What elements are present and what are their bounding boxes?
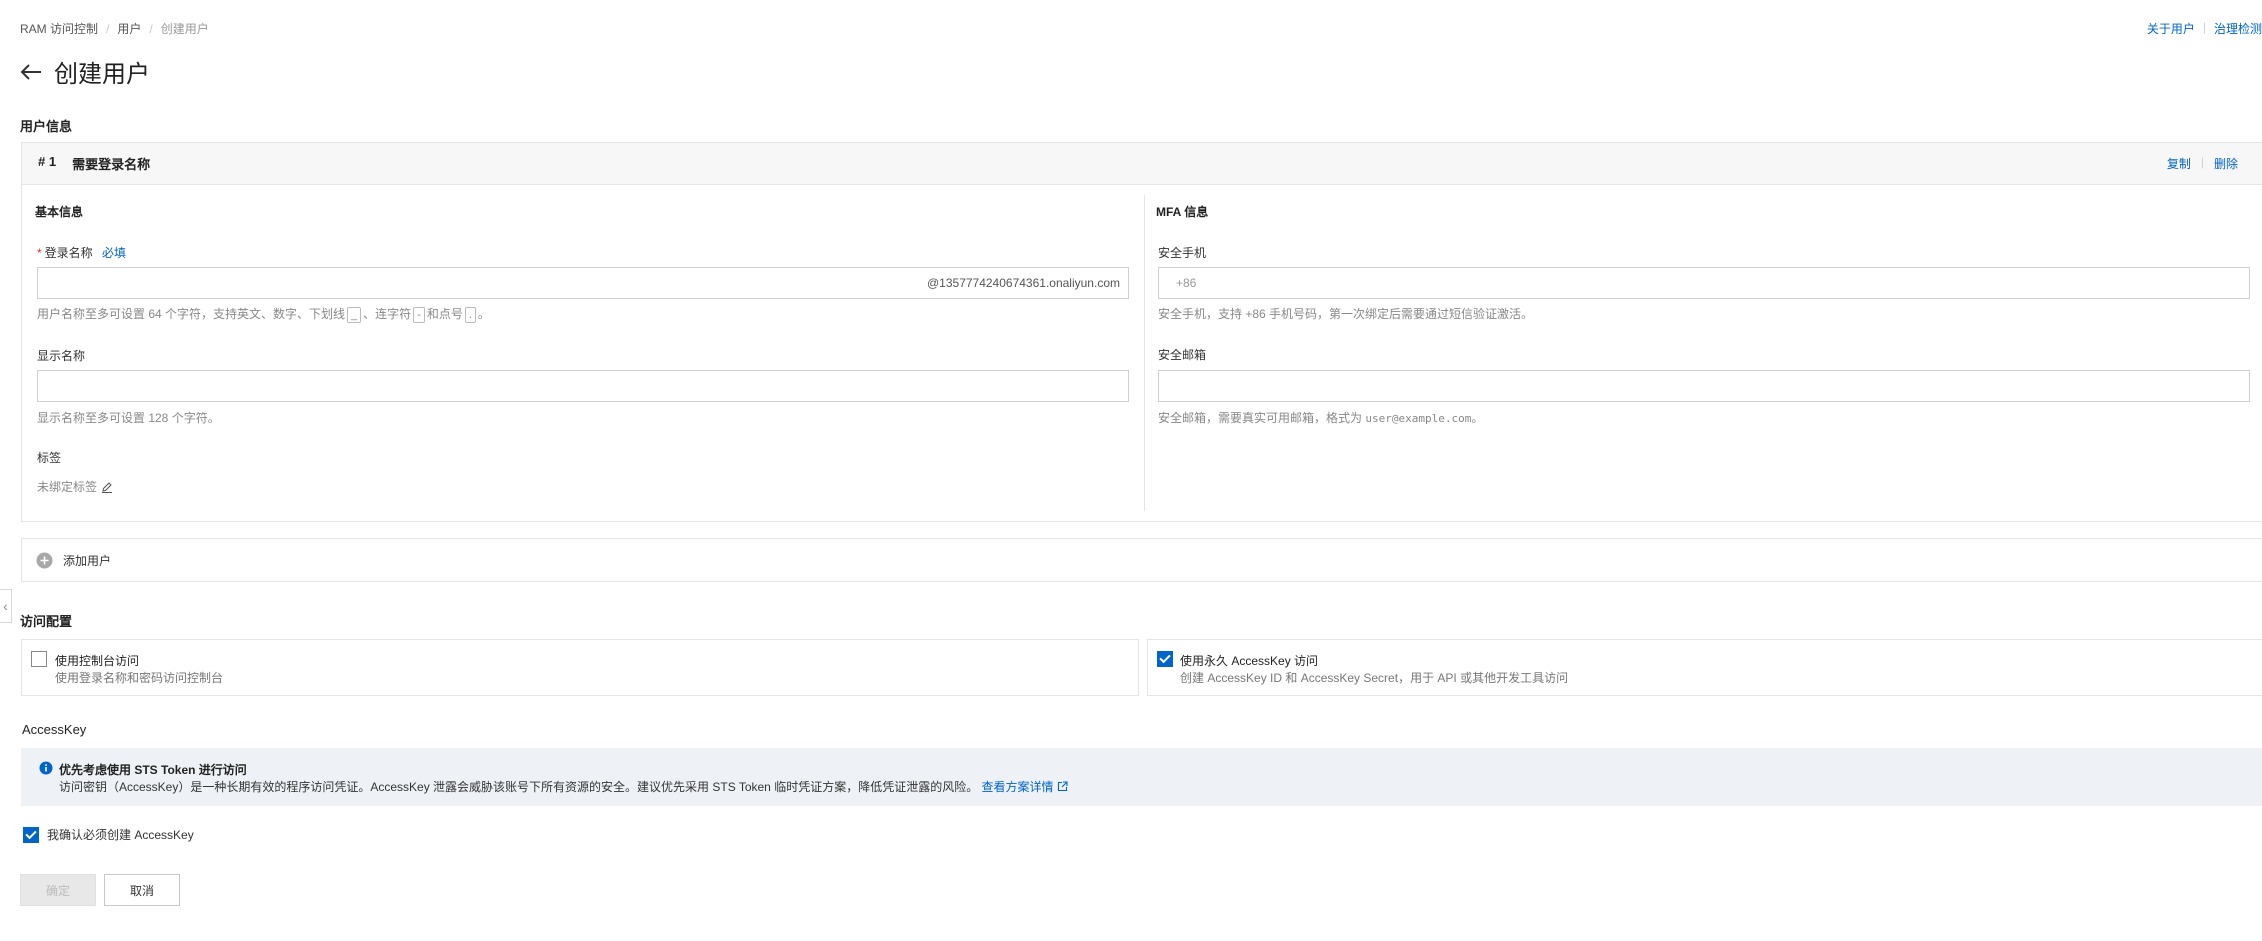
accesskey-access-desc: 创建 AccessKey ID 和 AccessKey Secret，用于 AP… [1180,671,1569,685]
mfa-info-title: MFA 信息 [1156,205,1209,219]
display-name-label: 显示名称 [37,349,86,363]
ok-button[interactable]: 确定 [20,874,96,906]
tags-value-text: 未绑定标签 [37,480,98,494]
breadcrumb: RAM 访问控制 / 用户 / 创建用户 [20,20,209,37]
console-access-checkbox[interactable] [31,651,47,667]
accesskey-access-checkbox[interactable] [1157,651,1173,667]
back-arrow-icon[interactable] [20,63,42,81]
user-info-section-title: 用户信息 [20,119,73,134]
sts-notice: 优先考虑使用 STS Token 进行访问 访问密钥（AccessKey）是一种… [21,748,2262,806]
add-user-button[interactable]: 添加用户 [21,538,2262,582]
copy-button[interactable]: 复制 [2167,155,2191,172]
login-help-text: 用户名称至多可设置 64 个字符，支持英文、数字、下划线 [37,307,346,321]
tags-label: 标签 [37,451,62,465]
login-help-text: 、连字符 [363,307,412,321]
breadcrumb-separator: / [149,21,153,36]
breadcrumb-users[interactable]: 用户 [117,20,141,37]
security-phone-input[interactable]: +86 [1158,267,2250,299]
top-links: 关于用户 | 治理检测 [2147,20,2262,37]
page-header: 创建用户 [20,54,150,89]
login-help-text: 和点号 [426,307,463,321]
login-name-input[interactable]: @1357774240674361.onaliyun.com [37,267,1129,299]
info-icon [39,761,53,778]
tags-value: 未绑定标签 [37,478,113,495]
cancel-button[interactable]: 取消 [104,874,180,906]
underscore-key: _ [347,307,362,323]
display-name-help: 显示名称至多可设置 128 个字符。 [37,411,220,425]
about-users-link[interactable]: 关于用户 [2147,20,2195,37]
confirm-accesskey-checkbox[interactable] [23,826,39,843]
breadcrumb-separator: / [106,21,110,36]
login-required-tag: 必填 [102,246,127,260]
view-solution-link[interactable]: 查看方案详情 [982,780,1054,794]
required-asterisk: * [37,246,42,260]
edit-icon[interactable] [101,481,113,493]
user-card-index: # 1 [38,154,57,169]
add-user-label: 添加用户 [63,553,112,568]
display-name-input[interactable] [37,370,1129,402]
email-help-text: 安全邮箱，需要真实可用邮箱，格式为 [1158,411,1363,425]
breadcrumb-ram[interactable]: RAM 访问控制 [20,20,98,37]
accesskey-section-title: AccessKey [22,722,87,737]
confirm-accesskey-row[interactable]: 我确认必须创建 AccessKey [23,826,194,843]
delete-button[interactable]: 删除 [2214,155,2238,172]
login-name-label-text: 登录名称 [44,246,93,260]
console-access-desc: 使用登录名称和密码访问控制台 [55,671,224,685]
breadcrumb-current: 创建用户 [160,22,209,36]
sts-notice-text: 访问密钥（AccessKey）是一种长期有效的程序访问凭证。AccessKey … [59,780,979,794]
link-separator: | [2202,20,2206,34]
console-access-title: 使用控制台访问 [55,654,140,668]
login-name-help: 用户名称至多可设置 64 个字符，支持英文、数字、下划线 _ 、连字符 - 和点号.。 [37,305,490,323]
plus-circle-icon [36,552,53,569]
link-separator: | [2200,155,2204,169]
dot-key: . [464,307,476,323]
external-link-icon[interactable] [1057,781,1068,795]
access-config-section-title: 访问配置 [20,614,73,629]
security-phone-help: 安全手机，支持 +86 手机号码，第一次绑定后需要通过短信验证激活。 [1158,307,1534,321]
user-card: # 1 需要登录名称 复制 | 删除 基本信息 * 登录名称 必填 @135777… [21,142,2262,522]
user-card-heading: 需要登录名称 [72,157,151,172]
security-phone-label: 安全手机 [1158,246,1207,260]
collapse-handle[interactable]: ‹ [0,589,12,623]
confirm-accesskey-label: 我确认必须创建 AccessKey [47,828,194,842]
login-help-text: 。 [477,307,490,321]
email-example: user@example.com [1365,412,1472,425]
login-name-label: * 登录名称 必填 [37,244,126,261]
security-email-label: 安全邮箱 [1158,348,1207,362]
console-access-option[interactable]: 使用控制台访问 使用登录名称和密码访问控制台 [21,639,1139,696]
login-domain-suffix: @1357774240674361.onaliyun.com [926,276,1120,290]
phone-placeholder: +86 [1176,276,1197,290]
page-title: 创建用户 [54,61,150,88]
hyphen-key: - [413,307,425,323]
sts-notice-title: 优先考虑使用 STS Token 进行访问 [59,763,247,777]
sts-notice-body: 访问密钥（AccessKey）是一种长期有效的程序访问凭证。AccessKey … [59,778,1068,795]
security-email-help: 安全邮箱，需要真实可用邮箱，格式为 user@example.com。 [1158,409,1483,426]
accesskey-access-title: 使用永久 AccessKey 访问 [1180,654,1319,668]
security-email-input[interactable] [1158,370,2250,402]
email-help-text: 。 [1471,411,1484,425]
column-divider [1144,195,1145,511]
user-card-header: # 1 需要登录名称 复制 | 删除 [22,143,2262,185]
chevron-left-icon: ‹ [3,598,8,614]
basic-info-title: 基本信息 [35,205,84,219]
accesskey-access-option[interactable]: 使用永久 AccessKey 访问 创建 AccessKey ID 和 Acce… [1147,639,2262,696]
governance-link[interactable]: 治理检测 [2214,20,2262,37]
